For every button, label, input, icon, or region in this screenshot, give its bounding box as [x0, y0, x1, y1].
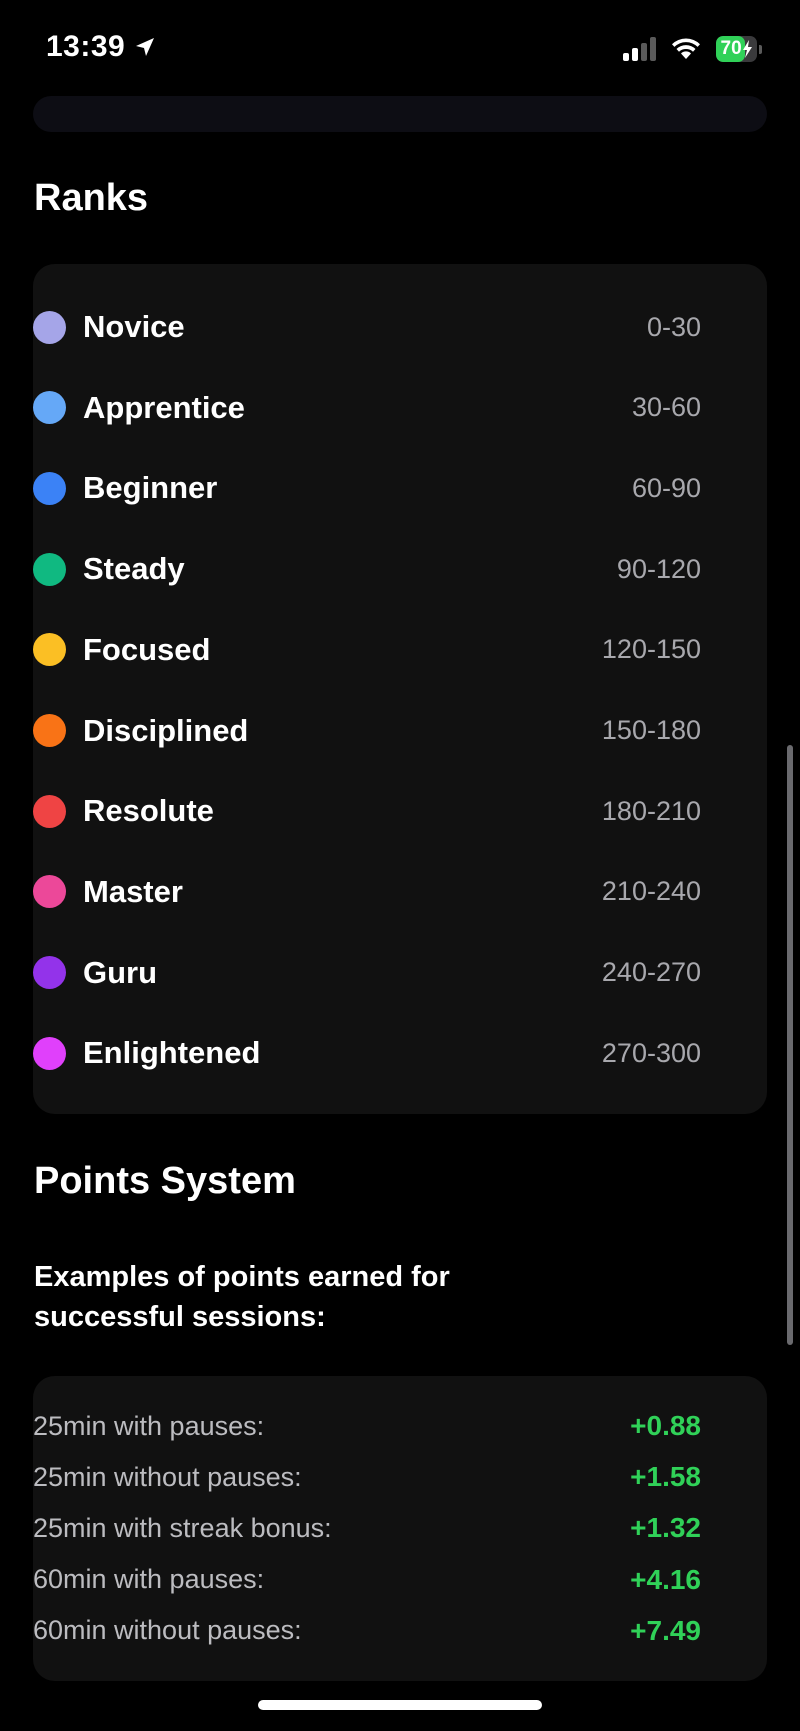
- rank-row: Apprentice 30-60: [33, 378, 701, 438]
- rank-color-dot: [33, 471, 66, 505]
- rank-name: Master: [83, 873, 183, 909]
- rank-name: Focused: [83, 631, 211, 667]
- status-time: 13:39: [46, 30, 157, 64]
- points-example-row: 25min with pauses: +0.88: [33, 1404, 701, 1448]
- previous-section-card: [33, 96, 767, 132]
- points-example-row: 60min with pauses: +4.16: [33, 1558, 701, 1602]
- rank-row: Disciplined 150-180: [33, 701, 701, 761]
- charging-bolt-icon: [742, 40, 752, 58]
- home-indicator[interactable]: [258, 1700, 542, 1710]
- rank-color-dot: [33, 391, 66, 425]
- battery-level: 70: [720, 38, 742, 59]
- rank-range: 0-30: [646, 311, 701, 342]
- points-intro-text: Examples of points earned for successful…: [34, 1261, 450, 1333]
- rank-row: Novice 0-30: [33, 297, 701, 357]
- rank-range: 120-150: [601, 634, 701, 665]
- points-example-label: 60min without pauses:: [33, 1615, 302, 1646]
- status-indicators: 70: [623, 36, 762, 62]
- rank-range: 150-180: [601, 715, 701, 745]
- points-example-value: +7.49: [630, 1614, 701, 1646]
- points-example-label: 25min with streak bonus:: [33, 1512, 332, 1543]
- rank-row: Beginner 60-90: [33, 458, 701, 518]
- clock-text: 13:39: [46, 30, 126, 63]
- rank-name: Apprentice: [83, 389, 245, 425]
- rank-name: Beginner: [83, 470, 218, 506]
- rank-row: Enlightened 270-300: [33, 1023, 701, 1083]
- points-example-value: +1.58: [630, 1461, 701, 1493]
- rank-row: Guru 240-270: [33, 943, 701, 1003]
- points-example-label: 25min with pauses:: [33, 1410, 265, 1441]
- rank-range: 30-60: [631, 392, 701, 423]
- rank-range: 240-270: [601, 957, 701, 988]
- rank-color-dot: [33, 875, 66, 909]
- ranks-title: Ranks: [34, 177, 149, 219]
- rank-color-dot: [33, 552, 66, 586]
- points-example-label: 25min without pauses:: [33, 1461, 302, 1492]
- points-example-row: 25min without pauses: +1.58: [33, 1455, 701, 1499]
- rank-row: Resolute 180-210: [33, 781, 701, 841]
- scroll-indicator[interactable]: [787, 745, 793, 1345]
- rank-color-dot: [33, 956, 66, 990]
- rank-color-dot: [33, 794, 66, 828]
- rank-name: Steady: [83, 551, 185, 587]
- rank-name: Novice: [83, 309, 185, 344]
- points-example-row: 60min without pauses: +7.49: [33, 1609, 701, 1653]
- rank-range: 180-210: [601, 795, 701, 826]
- points-example-value: +1.32: [630, 1512, 701, 1544]
- status-bar: 13:39 70: [0, 0, 800, 96]
- points-example-value: +0.88: [630, 1410, 701, 1441]
- rank-row: Steady 90-120: [33, 539, 701, 599]
- points-example-row: 25min with streak bonus: +1.32: [33, 1506, 701, 1550]
- cellular-signal-icon: [623, 37, 656, 61]
- rank-color-dot: [33, 633, 66, 667]
- rank-name: Guru: [83, 954, 158, 990]
- rank-range: 90-120: [616, 553, 701, 584]
- rank-color-dot: [33, 1036, 66, 1070]
- rank-range: 270-300: [601, 1037, 701, 1068]
- wifi-icon: [672, 38, 700, 59]
- rank-row: Master 210-240: [33, 862, 701, 922]
- rank-range: 60-90: [631, 472, 701, 503]
- rank-row: Focused 120-150: [33, 620, 701, 680]
- points-example-value: +4.16: [630, 1563, 701, 1595]
- points-system-title: Points System: [34, 1160, 296, 1202]
- rank-name: Resolute: [83, 793, 214, 829]
- rank-color-dot: [33, 714, 66, 747]
- rank-range: 210-240: [601, 876, 701, 907]
- rank-name: Enlightened: [83, 1035, 261, 1071]
- points-example-label: 60min with pauses:: [33, 1564, 265, 1595]
- location-arrow-icon: [136, 38, 155, 56]
- battery-icon: 70: [716, 36, 762, 62]
- rank-color-dot: [33, 310, 66, 344]
- rank-name: Disciplined: [83, 712, 249, 748]
